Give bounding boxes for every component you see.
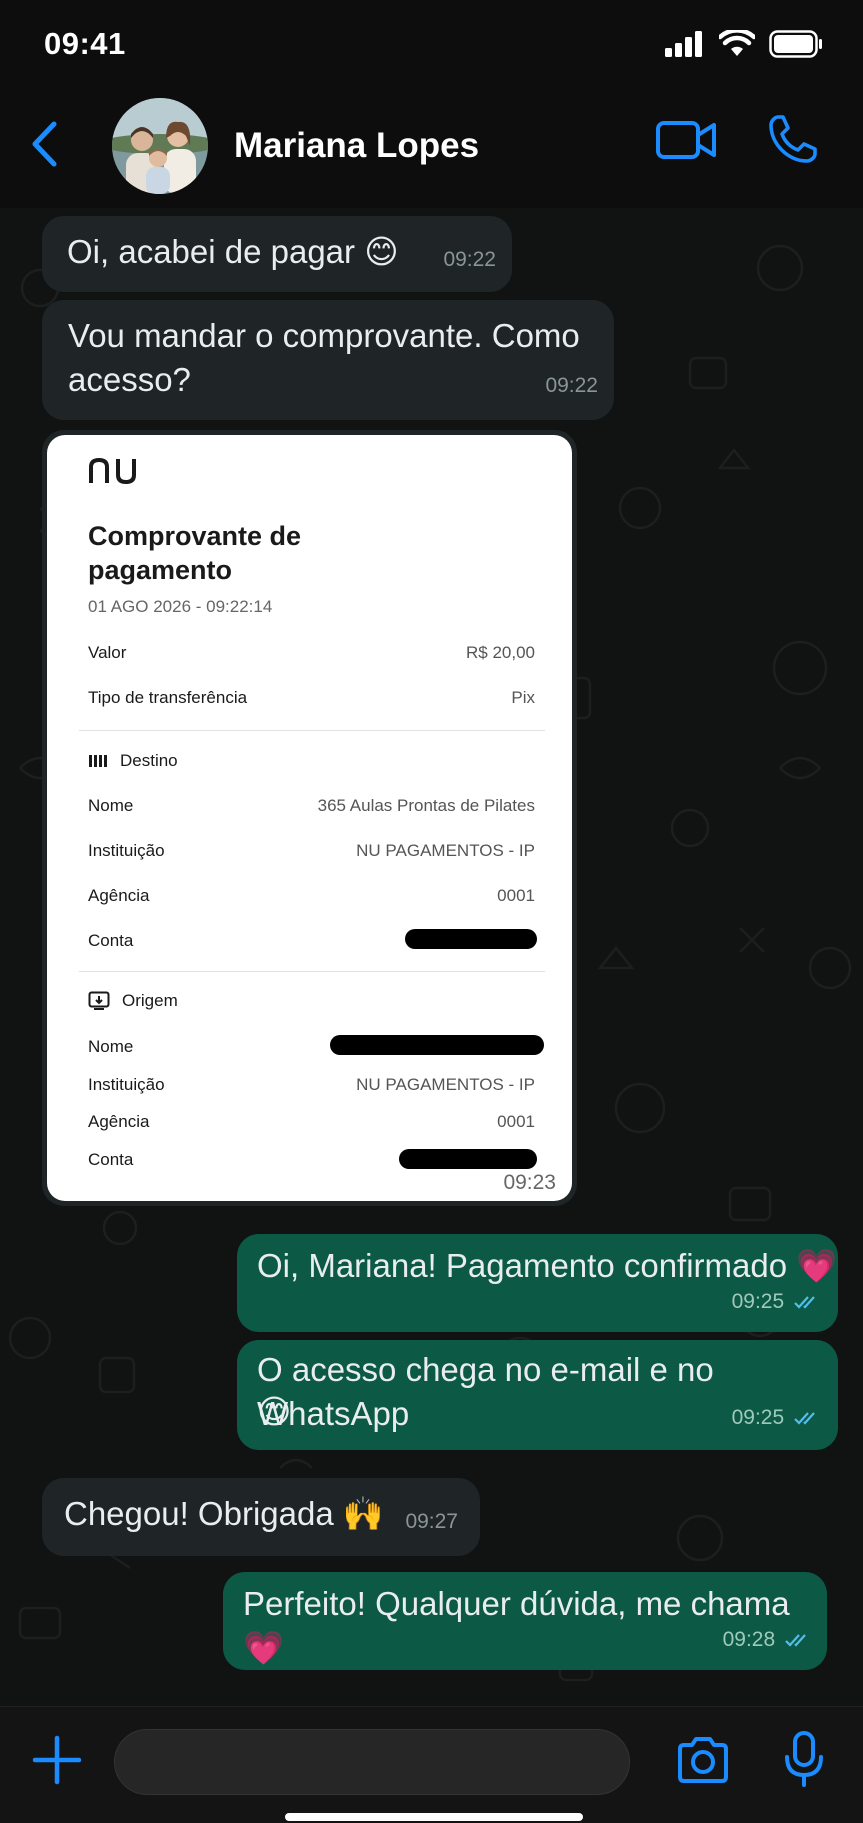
video-camera-icon <box>656 121 716 159</box>
message-input[interactable] <box>114 1729 630 1795</box>
message-time: 09:28 <box>723 1618 811 1662</box>
microphone-icon <box>785 1731 823 1787</box>
receipt-label: Nome <box>88 1037 134 1056</box>
redacted-mark <box>399 1149 537 1169</box>
receipt-value: 0001 <box>497 886 535 905</box>
status-bar: 09:41 <box>0 0 863 90</box>
message-text-line2: 😊 <box>257 1393 292 1430</box>
message-incoming[interactable]: Vou mandar o comprovante. Como acesso? 0… <box>42 300 614 420</box>
receipt-download-icon <box>88 991 110 1010</box>
message-time: 09:25 <box>732 1396 820 1440</box>
message-text: Oi, acabei de pagar 😊 <box>67 233 399 270</box>
message-composer <box>0 1706 863 1823</box>
double-check-icon <box>794 1296 815 1310</box>
receipt-value: 0001 <box>497 1112 535 1131</box>
message-text-line2: acesso? <box>68 361 191 398</box>
payment-receipt: Comprovante de pagamento 01 AGO 2026 - 0… <box>47 435 572 1201</box>
home-indicator <box>285 1813 583 1821</box>
phone-icon <box>769 115 817 163</box>
status-time: 09:41 <box>44 26 126 61</box>
camera-icon <box>678 1737 728 1783</box>
message-outgoing[interactable]: Oi, Mariana! Pagamento confirmado 💗 09:2… <box>237 1234 838 1332</box>
message-time: 09:22 <box>443 248 496 271</box>
receipt-title: Comprovante de pagamento <box>88 521 302 585</box>
receipt-label: Agência <box>88 1112 150 1131</box>
receipt-value: NU PAGAMENTOS - IP <box>356 1075 535 1094</box>
receipt-label: Instituição <box>88 1075 165 1094</box>
receipt-date: 01 AGO 2026 - 09:22:14 <box>88 597 273 616</box>
plus-icon <box>32 1735 82 1785</box>
wifi-icon <box>719 30 755 56</box>
double-check-icon <box>785 1634 806 1648</box>
receipt-row-destino-agencia: Agência 0001 <box>88 886 535 906</box>
receipt-section-title: Destino <box>120 751 178 770</box>
receipt-value: R$ 20,00 <box>466 643 535 662</box>
message-time-text: 09:25 <box>731 1406 785 1429</box>
camera-button[interactable] <box>676 1737 730 1788</box>
receipt-label: Instituição <box>88 841 165 860</box>
message-time: 09:22 <box>545 374 598 397</box>
message-time: 09:23 <box>503 1171 556 1194</box>
receipt-label: Conta <box>88 1150 134 1169</box>
receipt-label: Conta <box>88 931 134 950</box>
avatar-photo-icon <box>112 98 208 194</box>
receipt-row-origem-inst: Instituição NU PAGAMENTOS - IP <box>88 1075 535 1095</box>
microphone-button[interactable] <box>784 1731 824 1792</box>
receipt-label: Agência <box>88 886 150 905</box>
status-icons <box>665 30 823 58</box>
attach-button[interactable] <box>32 1735 82 1790</box>
message-text: Chegou! Obrigada 🙌 <box>64 1495 384 1532</box>
cellular-signal-icon <box>665 31 702 57</box>
barcode-icon <box>89 755 107 767</box>
receipt-row-destino-nome: Nome 365 Aulas Prontas de Pilates <box>88 796 535 816</box>
message-outgoing[interactable]: Perfeito! Qualquer dúvida, me chama 💗 09… <box>223 1572 827 1670</box>
contact-name[interactable]: Mariana Lopes <box>234 126 479 166</box>
battery-icon <box>769 30 822 58</box>
receipt-image-message[interactable]: Comprovante de pagamento 01 AGO 2026 - 0… <box>42 430 577 1206</box>
redacted-mark <box>405 929 537 949</box>
chevron-left-icon <box>32 121 57 167</box>
receipt-row-origem-agencia: Agência 0001 <box>88 1112 535 1132</box>
double-check-icon <box>794 1412 815 1426</box>
receipt-row-destino-inst: Instituição NU PAGAMENTOS - IP <box>88 841 535 861</box>
receipt-label: Valor <box>88 643 127 662</box>
chat-area[interactable]: Oi, acabei de pagar 😊 09:22 Vou mandar o… <box>0 208 863 1706</box>
message-time: 09:25 <box>732 1280 820 1324</box>
back-button[interactable] <box>24 116 64 172</box>
message-outgoing[interactable]: O acesso chega no e-mail e no WhatsApp 😊… <box>237 1340 838 1450</box>
message-time-text: 09:25 <box>731 1290 785 1313</box>
message-incoming[interactable]: Chegou! Obrigada 🙌 09:27 <box>42 1478 480 1556</box>
receipt-value: NU PAGAMENTOS - IP <box>356 841 535 860</box>
redacted-mark <box>330 1035 544 1055</box>
receipt-label: Tipo de transferência <box>88 688 248 707</box>
contact-avatar[interactable] <box>112 98 208 194</box>
message-text-line1: Vou mandar o comprovante. Como <box>68 317 580 354</box>
receipt-divider <box>79 971 545 972</box>
video-call-button[interactable] <box>656 118 718 167</box>
receipt-row-tipo: Tipo de transferência Pix <box>88 688 535 708</box>
nubank-logo-icon <box>89 457 136 485</box>
receipt-divider <box>79 730 545 731</box>
chat-header: Mariana Lopes <box>0 90 863 208</box>
receipt-value: 365 Aulas Prontas de Pilates <box>317 796 535 815</box>
receipt-section-origem: Origem <box>88 991 178 1011</box>
receipt-row-valor: Valor R$ 20,00 <box>88 643 535 663</box>
receipt-value: Pix <box>511 688 535 707</box>
message-incoming[interactable]: Oi, acabei de pagar 😊 09:22 <box>42 216 512 292</box>
receipt-section-title: Origem <box>122 991 178 1010</box>
receipt-label: Nome <box>88 796 134 815</box>
message-time-text: 09:28 <box>722 1628 776 1651</box>
voice-call-button[interactable] <box>768 114 818 169</box>
receipt-section-destino: Destino <box>88 751 178 771</box>
message-time: 09:27 <box>405 1510 458 1533</box>
